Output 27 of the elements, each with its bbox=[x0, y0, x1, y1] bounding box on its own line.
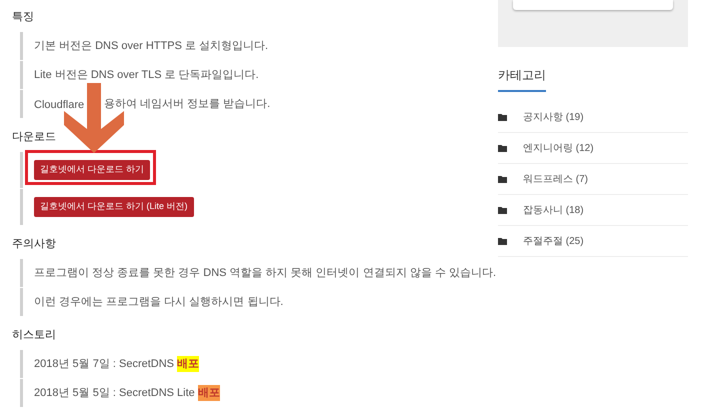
sidebar-title: 카테고리 bbox=[498, 66, 546, 92]
folder-icon bbox=[498, 238, 507, 244]
section-heading: 주의사항 bbox=[12, 236, 56, 252]
list-text: 2018년 5월 7일 : SecretDNS bbox=[34, 356, 174, 372]
section-heading: 다운로드 bbox=[12, 130, 56, 145]
list-text: Lite 버전은 DNS over TLS 로 단독파일입니다. bbox=[34, 68, 259, 83]
category-item[interactable]: 엔지니어링 (12) bbox=[498, 133, 688, 164]
download-button[interactable]: 길호넷에서 다운로드 하기 (Lite 버전) bbox=[34, 197, 194, 217]
category-item[interactable]: 주절주절 (25) bbox=[498, 226, 688, 257]
highlighted-text: 배포 bbox=[198, 384, 220, 402]
folder-icon bbox=[498, 206, 507, 214]
highlighted-text: 배포 bbox=[177, 356, 200, 372]
category-item[interactable]: 잡동사니 (18) bbox=[498, 195, 688, 226]
list-text: Cloudflare bbox=[34, 99, 84, 111]
folder-icon bbox=[498, 144, 507, 152]
download-button[interactable]: 길호넷에서 다운로드 하기 bbox=[34, 160, 150, 180]
list-text: 기본 버전은 DNS over HTTPS 로 설치형입니다. bbox=[34, 38, 268, 54]
folder-icon bbox=[498, 114, 507, 120]
folder-icon bbox=[498, 176, 507, 182]
list-text: 2018년 5월 5일 : SecretDNS Lite bbox=[34, 386, 195, 401]
category-item[interactable]: 공지사항 (19) bbox=[498, 102, 688, 133]
list-text: 용하여 네임서버 정보를 받습니다. bbox=[104, 96, 270, 112]
category-item[interactable]: 워드프레스 (7) bbox=[498, 164, 688, 195]
list-text: 이런 경우에는 프로그램을 다시 실행하시면 됩니다. bbox=[34, 294, 284, 310]
list-text: 프로그램이 정상 종료를 못한 경우 DNS 역할을 하지 못해 인터넷이 연결되지 않을 수 있습니다. bbox=[34, 266, 496, 281]
section-heading: 특징 bbox=[12, 10, 34, 25]
section-heading: 히스토리 bbox=[12, 328, 56, 343]
